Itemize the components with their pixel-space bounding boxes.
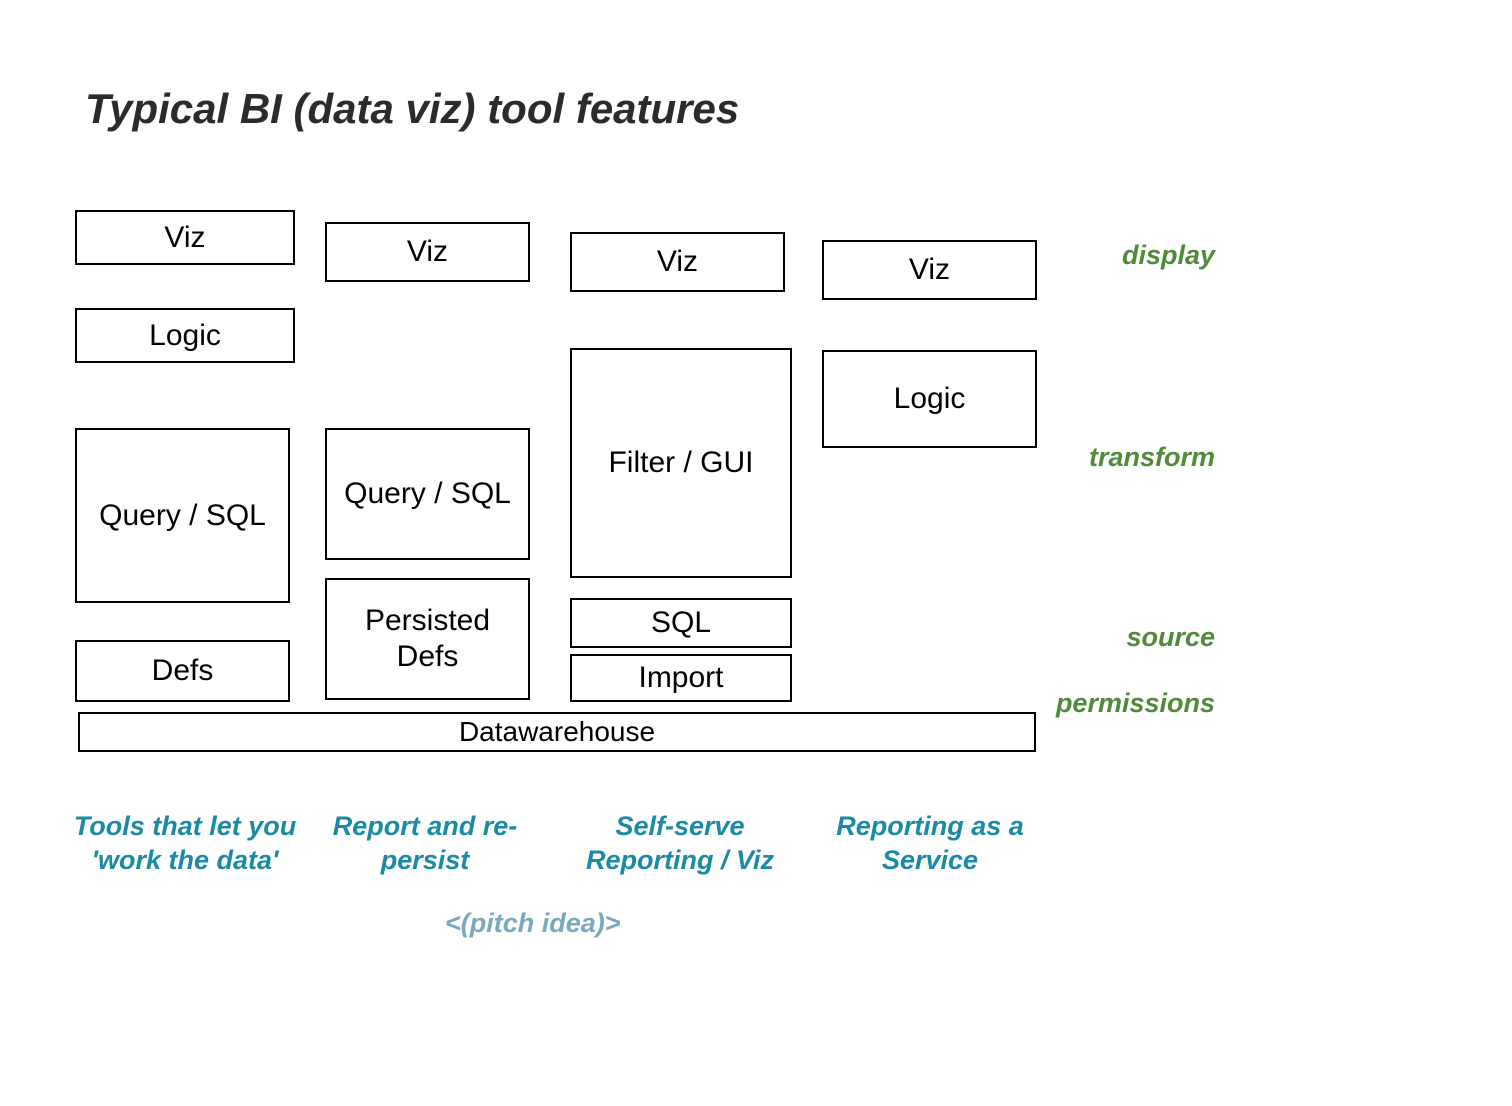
col-label-3: Self-serve Reporting / Viz xyxy=(560,810,800,878)
box-c2-query: Query / SQL xyxy=(325,428,530,560)
side-label-display: display xyxy=(1015,240,1215,271)
box-c4-viz: Viz xyxy=(822,240,1037,300)
box-datawarehouse: Datawarehouse xyxy=(78,712,1036,752)
box-c1-logic: Logic xyxy=(75,308,295,363)
side-label-source: source xyxy=(1015,622,1215,653)
box-c3-import: Import xyxy=(570,654,792,702)
side-label-transform: transform xyxy=(1015,442,1215,473)
slide: Typical BI (data viz) tool features Viz … xyxy=(0,0,1512,1106)
box-c2-persisted: Persisted Defs xyxy=(325,578,530,700)
col-label-1: Tools that let you 'work the data' xyxy=(60,810,310,878)
box-c1-viz: Viz xyxy=(75,210,295,265)
box-c3-sql: SQL xyxy=(570,598,792,648)
box-c2-viz: Viz xyxy=(325,222,530,282)
pitch-idea: <(pitch idea)> xyxy=(445,908,621,939)
col-label-2: Report and re-persist xyxy=(310,810,540,878)
slide-title: Typical BI (data viz) tool features xyxy=(85,85,739,133)
box-c3-viz: Viz xyxy=(570,232,785,292)
box-c4-logic: Logic xyxy=(822,350,1037,448)
box-c1-query: Query / SQL xyxy=(75,428,290,603)
col-label-4: Reporting as a Service xyxy=(805,810,1055,878)
side-label-permissions: permissions xyxy=(1015,688,1215,719)
box-c3-filter: Filter / GUI xyxy=(570,348,792,578)
box-c1-defs: Defs xyxy=(75,640,290,702)
